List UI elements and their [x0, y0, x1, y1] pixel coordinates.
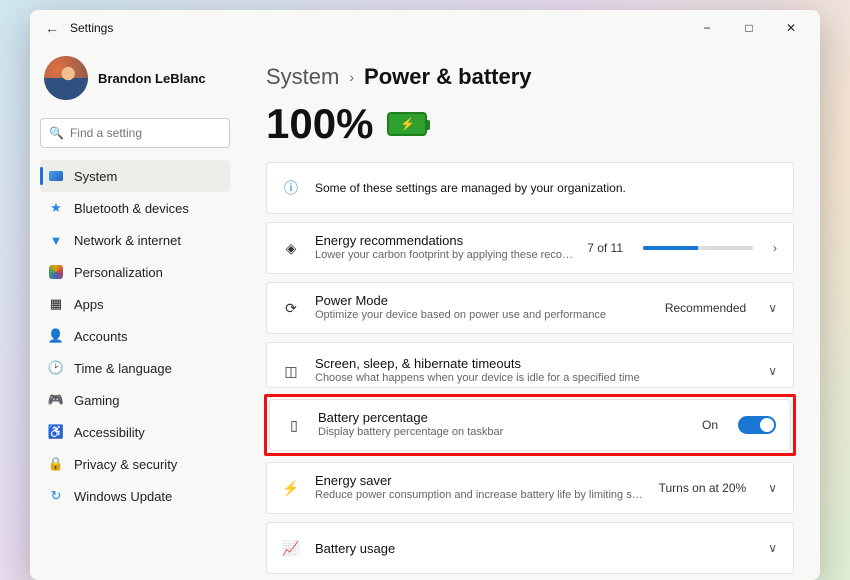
page-title: Power & battery: [364, 64, 532, 90]
sidebar-item-label: Network & internet: [74, 233, 181, 248]
update-icon: ↻: [48, 488, 64, 504]
row-title: Energy saver: [315, 473, 645, 488]
sidebar-item-label: Apps: [74, 297, 104, 312]
sidebar-item-privacy[interactable]: 🔒 Privacy & security: [40, 448, 230, 480]
chevron-down-icon: ∨: [766, 301, 779, 315]
sidebar-item-gaming[interactable]: 🎮 Gaming: [40, 384, 230, 416]
row-title: Energy recommendations: [315, 233, 573, 248]
maximize-button[interactable]: □: [728, 13, 770, 43]
gaming-icon: 🎮: [48, 392, 64, 408]
sidebar-item-accessibility[interactable]: ♿ Accessibility: [40, 416, 230, 448]
battery-readout: 100% ⚡: [266, 96, 794, 162]
sidebar-item-network[interactable]: ▼ Network & internet: [40, 224, 230, 256]
clock-icon: 🕑: [48, 360, 64, 376]
row-desc: Choose what happens when your device is …: [315, 371, 752, 385]
chevron-down-icon: ∨: [766, 541, 779, 555]
sidebar-item-update[interactable]: ↻ Windows Update: [40, 480, 230, 512]
row-desc: Display battery percentage on taskbar: [318, 425, 688, 439]
chevron-down-icon: ∨: [766, 364, 779, 378]
energy-progress: [643, 246, 753, 250]
sidebar-item-apps[interactable]: ▦ Apps: [40, 288, 230, 320]
bluetooth-icon: ★: [48, 200, 64, 216]
info-icon: ⓘ: [281, 178, 301, 198]
sidebar-item-label: Windows Update: [74, 489, 172, 504]
chevron-right-icon: ›: [771, 241, 779, 255]
breadcrumb: System › Power & battery: [266, 46, 794, 96]
row-screen-sleep[interactable]: ◫ Screen, sleep, & hibernate timeouts Ch…: [266, 342, 794, 388]
highlight-box: ▯ Battery percentage Display battery per…: [264, 394, 796, 456]
row-energy-recommendations[interactable]: ◈ Energy recommendations Lower your carb…: [266, 222, 794, 274]
sidebar-item-label: Time & language: [74, 361, 172, 376]
breadcrumb-parent[interactable]: System: [266, 64, 339, 90]
chevron-down-icon: ∨: [766, 481, 779, 495]
sidebar-item-label: Accounts: [74, 329, 127, 344]
sidebar: Brandon LeBlanc 🔍 System ★ Bluetooth & de…: [30, 46, 240, 580]
row-meta: 7 of 11: [587, 241, 623, 255]
network-icon: ▼: [48, 232, 64, 248]
sidebar-item-label: System: [74, 169, 117, 184]
nav-list: System ★ Bluetooth & devices ▼ Network & i…: [40, 160, 230, 512]
battery-percent-icon: ▯: [284, 417, 304, 434]
energy-saver-icon: ⚡: [281, 480, 301, 497]
toggle-state: On: [702, 418, 718, 432]
chevron-right-icon: ›: [349, 69, 354, 85]
row-desc: Reduce power consumption and increase ba…: [315, 488, 645, 502]
chart-icon: 📈: [281, 540, 301, 557]
sidebar-item-label: Accessibility: [74, 425, 145, 440]
row-power-mode[interactable]: ⟳ Power Mode Optimize your device based …: [266, 282, 794, 334]
shield-icon: 🔒: [48, 456, 64, 472]
window-controls: − □ ✕: [686, 13, 812, 43]
accessibility-icon: ♿: [48, 424, 64, 440]
row-title: Power Mode: [315, 293, 651, 308]
minimize-button[interactable]: −: [686, 13, 728, 43]
row-meta: Turns on at 20%: [659, 481, 747, 495]
row-title: Screen, sleep, & hibernate timeouts: [315, 356, 752, 371]
battery-icon: ⚡: [387, 112, 427, 136]
titlebar: ← Settings − □ ✕: [30, 10, 820, 46]
personalization-icon: [48, 264, 64, 280]
power-icon: ⟳: [281, 300, 301, 317]
search-box[interactable]: 🔍: [40, 118, 230, 148]
profile-name: Brandon LeBlanc: [98, 71, 206, 86]
close-button[interactable]: ✕: [770, 13, 812, 43]
sidebar-item-time[interactable]: 🕑 Time & language: [40, 352, 230, 384]
row-battery-percentage[interactable]: ▯ Battery percentage Display battery per…: [269, 399, 791, 451]
row-title: Battery percentage: [318, 410, 688, 425]
sidebar-item-bluetooth[interactable]: ★ Bluetooth & devices: [40, 192, 230, 224]
sidebar-item-personalization[interactable]: Personalization: [40, 256, 230, 288]
org-notice: ⓘ Some of these settings are managed by …: [266, 162, 794, 214]
notice-text: Some of these settings are managed by yo…: [315, 181, 779, 195]
app-title: Settings: [70, 21, 113, 35]
row-desc: Lower your carbon footprint by applying …: [315, 248, 573, 262]
settings-window: ← Settings − □ ✕ Brandon LeBlanc 🔍 Syste…: [30, 10, 820, 580]
sidebar-item-system[interactable]: System: [40, 160, 230, 192]
row-battery-usage[interactable]: 📈 Battery usage ∨: [266, 522, 794, 574]
row-title: Battery usage: [315, 541, 752, 556]
row-energy-saver[interactable]: ⚡ Energy saver Reduce power consumption …: [266, 462, 794, 514]
battery-percent: 100%: [266, 100, 373, 148]
system-icon: [48, 168, 64, 184]
row-meta: Recommended: [665, 301, 746, 315]
back-button[interactable]: ←: [38, 20, 66, 36]
sidebar-item-label: Bluetooth & devices: [74, 201, 189, 216]
battery-percentage-toggle[interactable]: [738, 416, 776, 434]
row-desc: Optimize your device based on power use …: [315, 308, 651, 322]
sidebar-item-label: Personalization: [74, 265, 163, 280]
accounts-icon: 👤: [48, 328, 64, 344]
apps-icon: ▦: [48, 296, 64, 312]
sidebar-item-label: Privacy & security: [74, 457, 177, 472]
sidebar-item-accounts[interactable]: 👤 Accounts: [40, 320, 230, 352]
leaf-icon: ◈: [281, 240, 301, 257]
avatar: [44, 56, 88, 100]
search-input[interactable]: [70, 126, 225, 140]
main-content: System › Power & battery 100% ⚡ ⓘ Some o…: [240, 46, 820, 580]
search-icon: 🔍: [49, 126, 64, 140]
sleep-icon: ◫: [281, 363, 301, 380]
profile[interactable]: Brandon LeBlanc: [40, 52, 230, 110]
sidebar-item-label: Gaming: [74, 393, 120, 408]
